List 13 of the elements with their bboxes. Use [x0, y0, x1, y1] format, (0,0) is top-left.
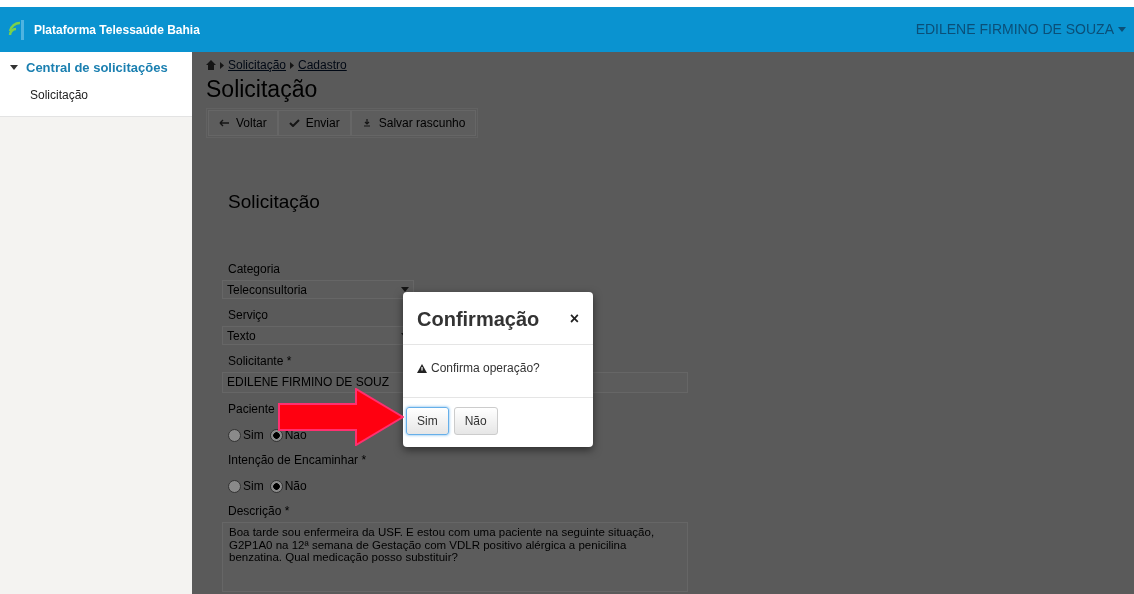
field-label: Paciente [228, 401, 275, 419]
dialog-message: Confirma operação? [431, 360, 540, 377]
radio-label: Sim [243, 427, 264, 445]
page-title: Solicitação [206, 76, 318, 104]
field-label: Descrição * [228, 503, 290, 521]
dialog-title: Confirmação [417, 307, 540, 332]
field-label: Intenção de Encaminhar * [228, 452, 367, 470]
field-label: Solicitante * [228, 353, 292, 371]
radio-label: Sim [243, 478, 264, 496]
form-title: Solicitação [228, 189, 320, 214]
field-label: Categoria [228, 261, 281, 279]
radio-label: Não [284, 478, 307, 496]
field-label: Serviço [228, 307, 268, 325]
